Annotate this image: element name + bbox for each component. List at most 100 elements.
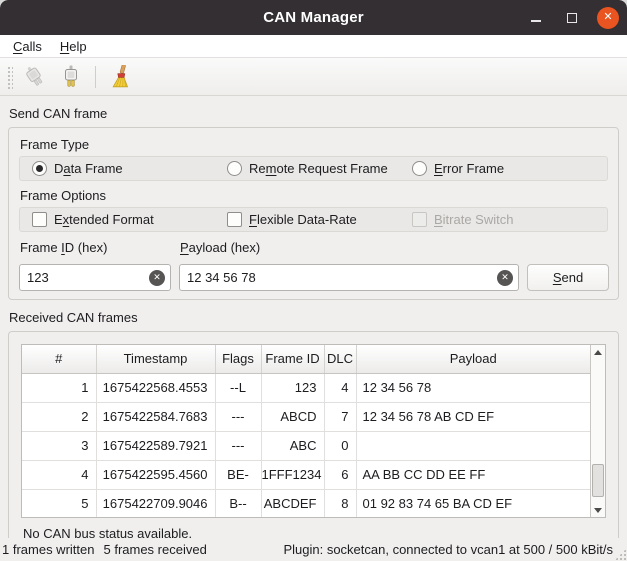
can-manager-window: CAN Manager ✕ Calls Help: [0, 0, 627, 561]
cell-index: 5: [22, 489, 96, 518]
table-row[interactable]: 51675422709.9046B--ABCDEF801 92 83 74 65…: [22, 489, 590, 518]
plug-connected-icon: [59, 65, 83, 89]
table-scrollbar[interactable]: [590, 345, 605, 517]
cell-frame-id: ABC: [261, 431, 324, 460]
cell-flags: B--: [215, 489, 261, 518]
broom-icon: [108, 65, 132, 89]
cell-frame-id: 123: [261, 373, 324, 402]
bus-status-text: No CAN bus status available.: [23, 526, 606, 538]
send-button[interactable]: Send: [527, 264, 609, 291]
frame-id-label: Frame ID (hex): [20, 240, 171, 255]
radio-icon: [227, 161, 242, 176]
cell-timestamp: 1675422595.4560: [96, 460, 215, 489]
cell-dlc: 0: [324, 431, 356, 460]
scroll-up-button[interactable]: [591, 345, 605, 359]
plugin-status: Plugin: socketcan, connected to vcan1 at…: [283, 542, 613, 557]
cell-index: 4: [22, 460, 96, 489]
cell-index: 1: [22, 373, 96, 402]
maximize-button[interactable]: [561, 7, 583, 29]
frames-table-body: 11675422568.4553--L123412 34 56 78216754…: [22, 373, 590, 518]
cell-frame-id: 1FFF1234: [261, 460, 324, 489]
frame-type-options: Data Frame Remote Request Frame Error Fr…: [19, 156, 608, 181]
cell-flags: BE-: [215, 460, 261, 489]
cell-payload: 12 34 56 78 AB CD EF: [356, 402, 590, 431]
cell-timestamp: 1675422584.7683: [96, 402, 215, 431]
cell-dlc: 8: [324, 489, 356, 518]
frame-options: Extended Format Flexible Data-Rate Bitra…: [19, 207, 608, 232]
cell-index: 3: [22, 431, 96, 460]
arrow-up-icon: [594, 350, 602, 355]
table-row[interactable]: 21675422584.7683---ABCD712 34 56 78 AB C…: [22, 402, 590, 431]
minimize-icon: [531, 20, 541, 22]
cell-frame-id: ABCD: [261, 402, 324, 431]
cell-timestamp: 1675422709.9046: [96, 489, 215, 518]
table-header-row: # Timestamp Flags Frame ID DLC Payload: [22, 345, 590, 373]
radio-data-frame[interactable]: Data Frame: [32, 161, 227, 176]
clear-payload-icon[interactable]: ✕: [497, 270, 513, 286]
clear-button[interactable]: [104, 62, 136, 92]
cell-payload: AA BB CC DD EE FF: [356, 460, 590, 489]
scroll-down-button[interactable]: [591, 503, 605, 517]
frames-written-status: 1 frames written: [2, 542, 94, 557]
toolbar: [0, 58, 627, 96]
menu-help[interactable]: Help: [51, 37, 96, 56]
radio-icon: [412, 161, 427, 176]
checkbox-icon: [412, 212, 427, 227]
checkbox-extended-format[interactable]: Extended Format: [32, 212, 227, 227]
received-frames-group: # Timestamp Flags Frame ID DLC Payload 1…: [8, 331, 619, 538]
cell-payload: [356, 431, 590, 460]
close-button[interactable]: ✕: [597, 7, 619, 29]
titlebar[interactable]: CAN Manager ✕: [0, 0, 627, 35]
cell-dlc: 6: [324, 460, 356, 489]
payload-input[interactable]: [179, 264, 519, 291]
cell-index: 2: [22, 402, 96, 431]
col-header-dlc[interactable]: DLC: [324, 345, 356, 373]
col-header-payload[interactable]: Payload: [356, 345, 590, 373]
received-frames-title: Received CAN frames: [9, 310, 619, 325]
col-header-timestamp[interactable]: Timestamp: [96, 345, 215, 373]
minimize-button[interactable]: [525, 7, 547, 29]
cell-payload: 12 34 56 78: [356, 373, 590, 402]
checkbox-icon: [32, 212, 47, 227]
frames-table: # Timestamp Flags Frame ID DLC Payload 1…: [21, 344, 606, 518]
radio-remote-request-frame[interactable]: Remote Request Frame: [227, 161, 412, 176]
resize-grip[interactable]: [615, 549, 626, 560]
maximize-icon: [567, 13, 577, 23]
statusbar: 1 frames written 5 frames received Plugi…: [0, 538, 627, 561]
scrollbar-track[interactable]: [591, 359, 605, 503]
payload-label: Payload (hex): [180, 240, 519, 255]
menubar: Calls Help: [0, 35, 627, 58]
plug-disconnected-icon: [23, 65, 47, 89]
table-row[interactable]: 31675422589.7921---ABC0: [22, 431, 590, 460]
menu-calls[interactable]: Calls: [4, 37, 51, 56]
radio-selected-icon: [32, 161, 47, 176]
col-header-flags[interactable]: Flags: [215, 345, 261, 373]
clear-frame-id-icon[interactable]: ✕: [149, 270, 165, 286]
toolbar-drag-handle[interactable]: [6, 65, 13, 89]
main-content: Send CAN frame Frame Type Data Frame Rem…: [0, 96, 627, 538]
col-header-frame-id[interactable]: Frame ID: [261, 345, 324, 373]
send-frame-title: Send CAN frame: [9, 106, 619, 121]
col-header-index[interactable]: #: [22, 345, 96, 373]
arrow-down-icon: [594, 508, 602, 513]
radio-error-frame[interactable]: Error Frame: [412, 161, 607, 176]
send-frame-group: Frame Type Data Frame Remote Request Fra…: [8, 127, 619, 300]
table-row[interactable]: 11675422568.4553--L123412 34 56 78: [22, 373, 590, 402]
cell-flags: ---: [215, 402, 261, 431]
cell-flags: --L: [215, 373, 261, 402]
cell-payload: 01 92 83 74 65 BA CD EF: [356, 489, 590, 518]
frame-type-label: Frame Type: [20, 137, 608, 152]
table-row[interactable]: 41675422595.4560BE-1FFF12346AA BB CC DD …: [22, 460, 590, 489]
frames-received-status: 5 frames received: [103, 542, 206, 557]
toolbar-separator: [95, 66, 96, 88]
cell-dlc: 7: [324, 402, 356, 431]
scrollbar-thumb[interactable]: [592, 464, 604, 497]
checkbox-icon: [227, 212, 242, 227]
close-icon: ✕: [603, 12, 612, 23]
cell-timestamp: 1675422589.7921: [96, 431, 215, 460]
frame-options-label: Frame Options: [20, 188, 608, 203]
checkbox-flexible-data-rate[interactable]: Flexible Data-Rate: [227, 212, 412, 227]
disconnect-button: [19, 62, 51, 92]
window-controls: ✕: [525, 0, 619, 35]
connect-button[interactable]: [55, 62, 87, 92]
